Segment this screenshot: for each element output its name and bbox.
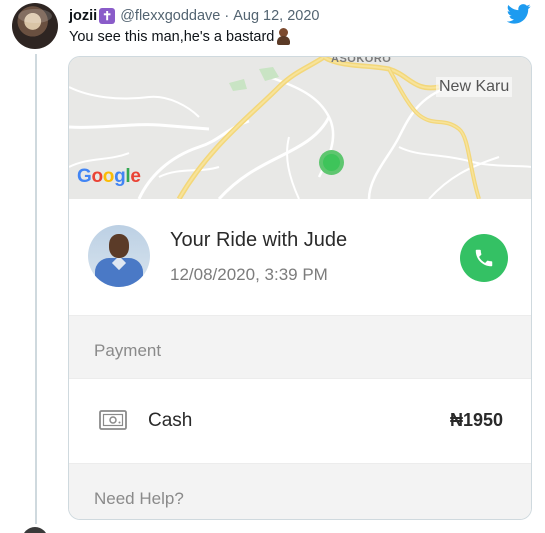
cash-icon bbox=[99, 410, 127, 430]
author-name[interactable]: jozii bbox=[69, 8, 97, 24]
author-avatar[interactable] bbox=[12, 3, 58, 49]
payment-section-header: Payment bbox=[69, 315, 531, 379]
fare-amount: ₦1950 bbox=[449, 410, 503, 430]
twitter-bird-icon[interactable] bbox=[507, 4, 531, 24]
person-shrugging-emoji-icon bbox=[276, 28, 291, 45]
payment-method-label: Cash bbox=[148, 410, 193, 431]
map-place-label: New Karu bbox=[436, 77, 513, 97]
tweet-body: You see this man,he's a bastard bbox=[69, 28, 275, 45]
payment-method-row: Cash ₦1950 bbox=[69, 379, 531, 463]
need-help-label: Need Help? bbox=[94, 489, 184, 508]
tweet-header: jozii ✝ @flexxgoddave · Aug 12, 2020 bbox=[69, 6, 320, 26]
attached-image[interactable]: ASOKORO New Karu Google Your Ride with J… bbox=[68, 56, 532, 520]
ride-datetime: 12/08/2020, 3:39 PM bbox=[170, 265, 328, 284]
ride-summary: Your Ride with Jude 12/08/2020, 3:39 PM bbox=[69, 199, 531, 315]
map-area-label: ASOKORO bbox=[331, 57, 392, 65]
cross-emoji-icon: ✝ bbox=[99, 8, 116, 24]
payment-heading: Payment bbox=[94, 341, 162, 360]
map-view: ASOKORO New Karu Google bbox=[69, 57, 531, 199]
thread-line bbox=[35, 54, 37, 524]
phone-icon bbox=[475, 249, 493, 267]
author-handle[interactable]: @flexxgoddave bbox=[120, 8, 220, 24]
google-logo: Google bbox=[77, 166, 141, 187]
location-pin-icon bbox=[319, 150, 344, 175]
header-separator: · bbox=[224, 8, 230, 24]
call-driver-button[interactable] bbox=[460, 234, 508, 282]
tweet-text: You see this man,he's a bastard bbox=[69, 28, 291, 45]
avatar-highlight bbox=[18, 9, 52, 23]
ride-title: Your Ride with Jude bbox=[170, 229, 348, 251]
driver-avatar bbox=[88, 225, 150, 287]
tweet-date[interactable]: Aug 12, 2020 bbox=[233, 8, 319, 24]
next-reply-avatar[interactable] bbox=[22, 527, 48, 533]
need-help-row: Need Help? bbox=[69, 463, 531, 519]
